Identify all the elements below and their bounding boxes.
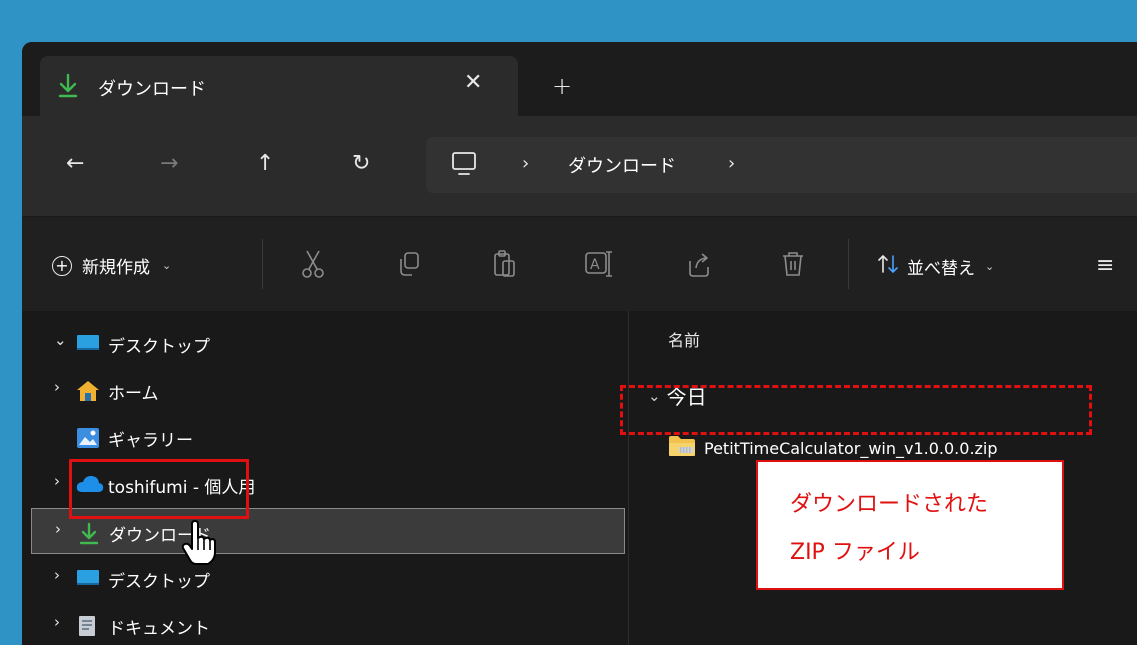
chevron-right-icon[interactable]: › [54, 613, 60, 631]
callout-line-2: ZIP ファイル [790, 540, 920, 565]
sort-label: 並べ替え [907, 258, 975, 279]
chevron-right-icon[interactable]: › [54, 472, 60, 490]
desktop-icon [76, 568, 100, 592]
rename-icon[interactable]: A [584, 249, 614, 283]
copy-icon[interactable] [396, 249, 422, 283]
breadcrumb-separator[interactable]: › [728, 153, 735, 174]
annotation-highlight-box [69, 459, 249, 519]
refresh-button[interactable]: ↻ [352, 151, 370, 176]
new-button-label: 新規作成 [82, 258, 150, 278]
share-icon[interactable] [686, 249, 712, 283]
breadcrumb-downloads[interactable]: ダウンロード [568, 152, 676, 178]
tab-label: ダウンロード [98, 79, 206, 100]
sort-icon [877, 253, 899, 279]
home-icon [76, 380, 100, 406]
cut-icon[interactable] [300, 249, 326, 283]
callout-line-1: ダウンロードされた [790, 492, 989, 517]
plus-circle-icon: + [52, 255, 72, 276]
back-button[interactable]: ← [66, 151, 84, 176]
desktop-icon [76, 333, 100, 357]
chevron-down-icon[interactable]: ⌄ [54, 331, 67, 349]
sort-button[interactable]: 並べ替え ⌄ [877, 253, 994, 279]
nav-item-label: ドキュメント [108, 619, 210, 639]
column-header-name[interactable]: 名前 [668, 327, 700, 351]
tab-strip: ダウンロード ✕ + [22, 42, 1137, 116]
zip-folder-icon [668, 435, 696, 461]
navigation-bar: ← → ↑ ↻ › ダウンロード › [22, 116, 1137, 216]
nav-item-documents[interactable]: › ドキュメント [22, 602, 628, 645]
annotation-dashed-box [620, 385, 1092, 435]
nav-item-desktop-2[interactable]: › デスクトップ [22, 555, 628, 601]
new-tab-button[interactable]: + [552, 72, 572, 100]
nav-item-label: ギャラリー [108, 431, 193, 451]
nav-item-desktop[interactable]: ⌄ デスクトップ [22, 320, 628, 366]
svg-text:A: A [590, 257, 600, 273]
tab-downloads[interactable]: ダウンロード ✕ [40, 56, 518, 116]
view-icon[interactable]: ≡ [1096, 253, 1114, 278]
nav-item-home[interactable]: › ホーム [22, 367, 628, 413]
chevron-right-icon[interactable]: › [55, 520, 61, 538]
close-icon[interactable]: ✕ [464, 70, 482, 95]
toolbar-divider [848, 239, 849, 289]
file-item[interactable]: PetitTimeCalculator_win_v1.0.0.0.zip [668, 435, 998, 461]
nav-item-label: デスクトップ [108, 337, 210, 357]
paste-icon[interactable] [492, 249, 518, 283]
chevron-right-icon[interactable]: › [54, 378, 60, 396]
chevron-right-icon[interactable]: › [54, 566, 60, 584]
nav-item-gallery[interactable]: ギャラリー [22, 414, 628, 460]
command-bar: + 新規作成 ⌄ A 並べ替え ⌄ ≡ [22, 216, 1137, 311]
new-button[interactable]: + 新規作成 ⌄ [52, 253, 171, 278]
chevron-down-icon: ⌄ [985, 259, 995, 273]
chevron-down-icon: ⌄ [162, 259, 172, 272]
nav-item-label: ホーム [108, 384, 159, 404]
download-icon [77, 522, 101, 550]
toolbar-divider [262, 239, 263, 289]
download-icon [56, 73, 80, 103]
delete-icon[interactable] [780, 249, 806, 283]
nav-item-label: デスクトップ [108, 572, 210, 592]
documents-icon [76, 615, 98, 641]
up-button[interactable]: ↑ [256, 151, 274, 176]
hand-cursor-icon [180, 520, 220, 570]
gallery-icon [76, 427, 100, 453]
pane-divider[interactable] [628, 311, 629, 645]
file-name: PetitTimeCalculator_win_v1.0.0.0.zip [704, 438, 998, 458]
annotation-callout: ダウンロードされた ZIP ファイル [756, 460, 1064, 590]
breadcrumb-separator[interactable]: › [522, 153, 529, 174]
forward-button[interactable]: → [160, 151, 178, 176]
address-bar[interactable]: › ダウンロード › [426, 137, 1137, 193]
pc-icon[interactable] [450, 151, 478, 181]
